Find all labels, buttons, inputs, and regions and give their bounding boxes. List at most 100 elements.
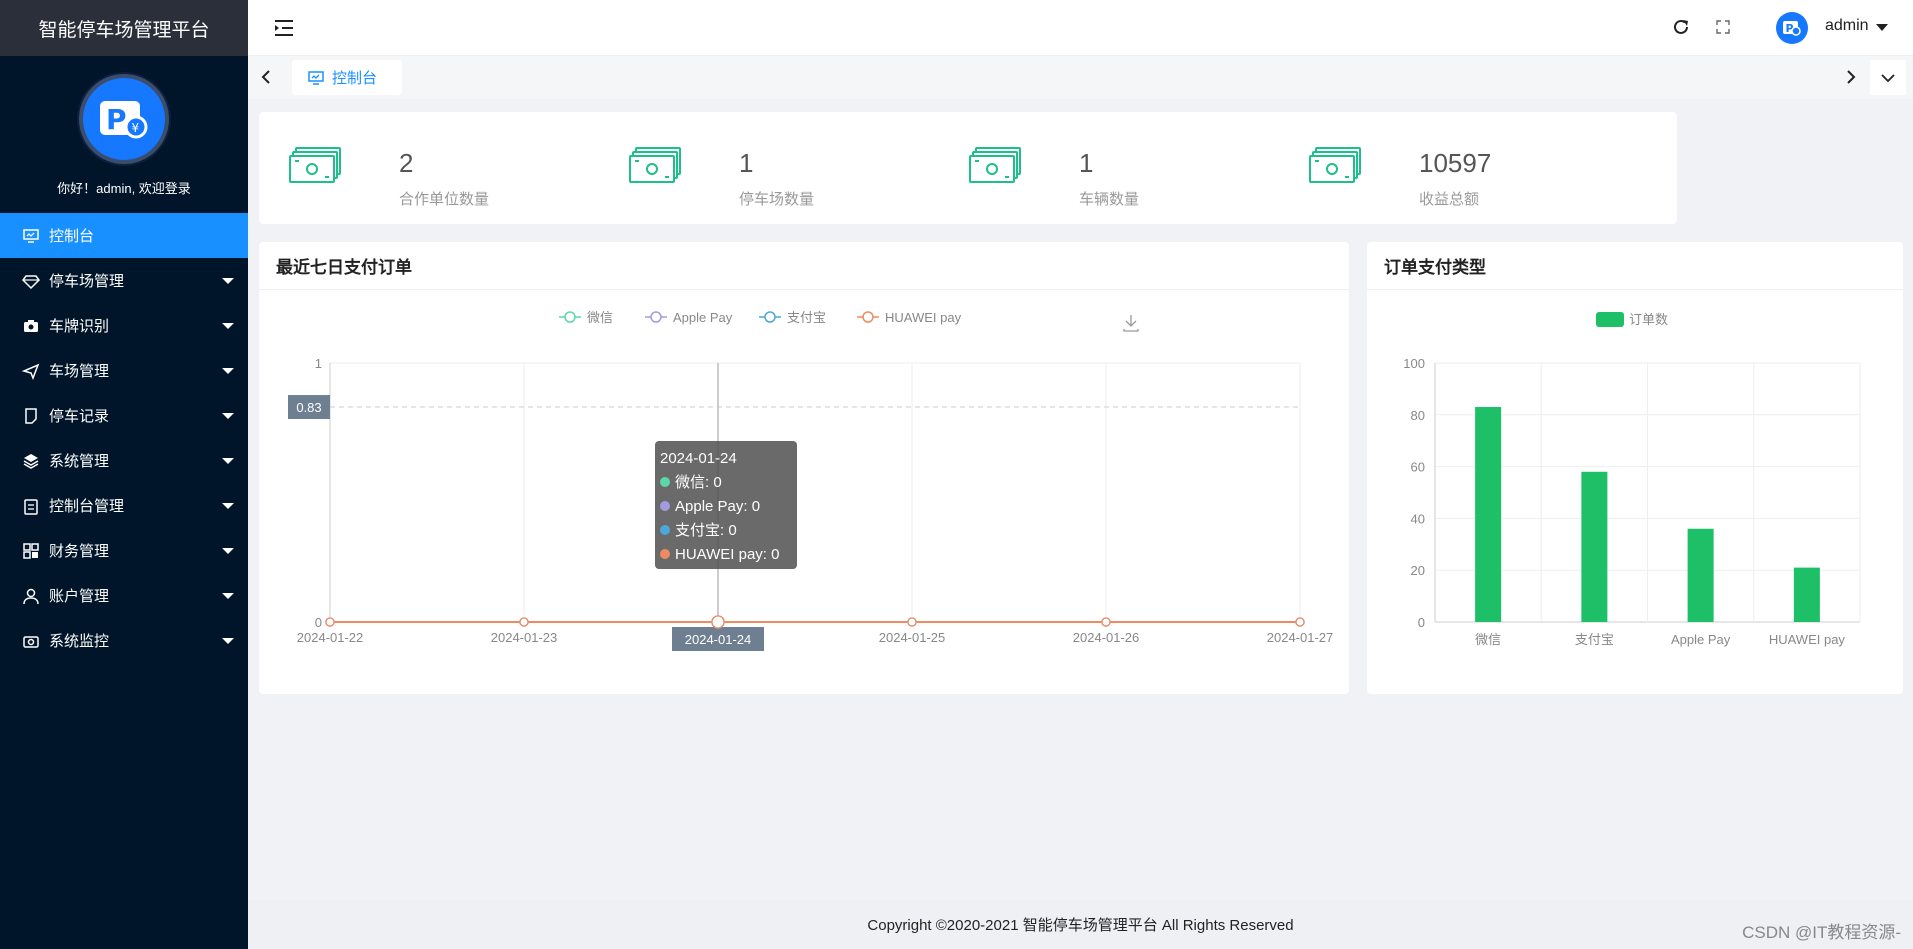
x-tick-label: 2024-01-26 [1073,630,1140,645]
legend-item[interactable]: 支付宝 [759,310,826,325]
bar [1687,528,1714,622]
x-tick-label: 支付宝 [1575,632,1614,647]
sidebar-item-2[interactable]: 车牌识别 [0,303,248,348]
chevron-down-icon [222,458,234,464]
fullscreen-icon[interactable] [1710,14,1736,40]
tab-dashboard[interactable]: 控制台 [292,60,402,95]
bar [1581,471,1608,622]
sidebar-item-label: 财务管理 [49,543,110,560]
x-tick-label: 2024-01-25 [879,630,946,645]
stat-value: 10597 [1419,148,1492,178]
bar-chart-title: 订单支付类型 [1367,242,1903,290]
data-point [711,615,725,629]
tooltip-row: 微信: 0 [660,471,792,495]
legend-label: HUAWEI pay [885,310,962,325]
stat-label: 车辆数量 [1079,191,1140,208]
chevron-down-icon [222,638,234,644]
money-icon [289,146,343,189]
y-tick-label: 1 [315,356,322,371]
chevron-down-icon [222,593,234,599]
tooltip-row-text: 微信: 0 [675,474,722,491]
stat-label: 收益总额 [1419,191,1480,208]
legend-label: 支付宝 [787,310,826,325]
data-point [1101,617,1111,627]
sidebar-item-label: 系统管理 [49,453,110,470]
footer: Copyright ©2020-2021 智能停车场管理平台 All Right… [248,900,1913,949]
y-tick-label: 80 [1411,408,1425,423]
sidebar-item-6[interactable]: 控制台管理 [0,483,248,528]
download-icon[interactable] [1123,315,1139,332]
sidebar-item-1[interactable]: 停车场管理 [0,258,248,303]
monitor-icon [308,70,324,85]
watermark: CSDN @IT教程资源- [1742,923,1901,942]
x-tick-label: 2024-01-22 [297,630,364,645]
sidebar-item-label: 车牌识别 [49,318,110,335]
line-chart-panel: 最近七日支付订单 微信 Apple Pay 支付宝 HUAWEI pay 0 1 0.83 2… [259,242,1349,694]
bar [1475,407,1502,622]
chevron-down-icon [222,548,234,554]
legend-item[interactable]: 微信 [559,310,613,325]
series-dot [660,549,670,559]
tooltip-row: HUAWEI pay: 0 [660,543,792,567]
axis-pointer-y-label: 0.83 [296,400,321,415]
legend-item[interactable]: HUAWEI pay [857,310,962,325]
user-box: P ¥ 你好！admin, 欢迎登录 [0,56,248,213]
y-tick-label: 0 [1418,615,1425,630]
y-tick-label: 40 [1411,511,1425,526]
data-point [325,617,335,627]
sidebar-item-8[interactable]: 账户管理 [0,573,248,618]
bar-chart: 订单数 0 20 40 60 80 100 微信 支付宝 Apple Pay HUAWEI pay [1403,312,1861,647]
tooltip-row-text: 支付宝: 0 [675,522,737,539]
legend-label: 微信 [587,310,613,325]
x-tick-label: Apple Pay [1671,632,1731,647]
sidebar-item-9[interactable]: 系统监控 [0,618,248,663]
x-tick-label: 2024-01-27 [1267,630,1334,645]
legend-item[interactable]: 订单数 [1596,312,1668,327]
sidebar-menu: 控制台 停车场管理车牌识别车场管理 停车记录系统管理控制台管理财务管理账户管理系统监… [0,213,248,663]
user-avatar[interactable]: P [1776,12,1808,44]
monitor-icon [22,227,40,245]
stat-value: 1 [739,148,754,178]
data-point [519,617,529,627]
y-tick-label: 20 [1411,563,1425,578]
chevron-down-icon [222,323,234,329]
bar-chart-panel: 订单支付类型 订单数 0 20 40 60 80 100 微信 支付宝 Apple Pay HUAW… [1367,242,1903,694]
app-title: 智能停车场管理平台 [0,0,248,56]
stat-card-3: 10597 收益总额 [1279,112,1677,224]
refresh-icon[interactable] [1668,14,1694,40]
stat-label: 合作单位数量 [399,191,490,208]
legend-label: 订单数 [1629,312,1668,327]
legend-item[interactable]: Apple Pay [645,310,733,325]
stat-card-0: 2 合作单位数量 [259,112,657,224]
sidebar-item-label: 系统监控 [49,633,110,650]
stat-value: 1 [1079,148,1094,178]
series-dot [660,525,670,535]
chevron-down-icon [222,278,234,284]
sidebar-item-0[interactable]: 控制台 [0,213,248,258]
sidebar-item-3[interactable]: 车场管理 [0,348,248,393]
money-icon [629,146,683,189]
y-tick-label: 60 [1411,460,1425,475]
tab-label: 控制台 [332,70,378,87]
tabs-scroll-right-icon[interactable] [1841,64,1861,90]
stat-card-2: 1 车辆数量 [939,112,1337,224]
parking-logo-icon: P ¥ [100,101,148,139]
tabs-scroll-left-icon[interactable] [256,64,276,90]
welcome-text: 你好！admin, 欢迎登录 [57,181,191,196]
tooltip-row-text: Apple Pay: 0 [675,498,761,515]
sidebar-item-5[interactable]: 系统管理 [0,438,248,483]
data-point [1295,617,1305,627]
sidebar: 智能停车场管理平台 P ¥ 你好！admin, 欢迎登录 控制台 停车场管理车牌识… [0,0,248,949]
tabs-menu-icon[interactable] [1870,60,1906,95]
user-icon [22,587,40,605]
x-tick-label: HUAWEI pay [1769,632,1846,647]
user-dropdown-icon[interactable] [1876,24,1888,31]
tooltip-row: 支付宝: 0 [660,519,792,543]
sidebar-item-7[interactable]: 财务管理 [0,528,248,573]
sidebar-item-4[interactable]: 停车记录 [0,393,248,438]
collapse-menu-icon[interactable] [270,14,298,42]
stat-card-1: 1 停车场数量 [599,112,997,224]
user-name[interactable]: admin [1825,17,1869,35]
svg-text:¥: ¥ [132,121,140,135]
camera2-icon [22,632,40,650]
